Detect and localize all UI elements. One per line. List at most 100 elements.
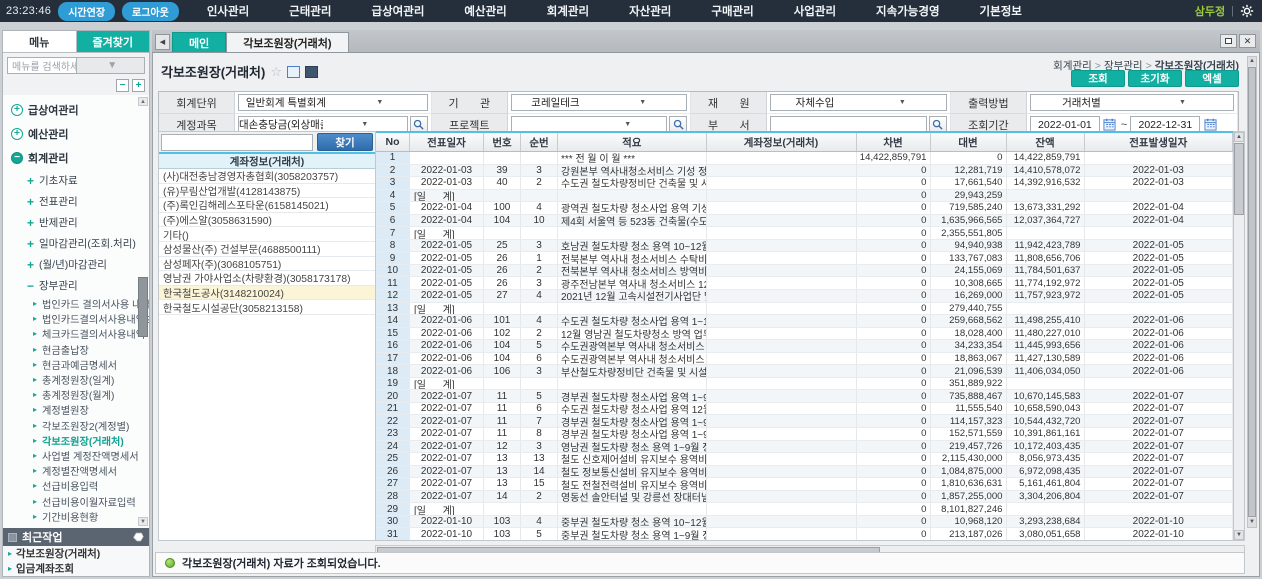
account-list-item[interactable]: 삼성물산(주) 건설부문(4688500111) xyxy=(159,242,375,257)
menu-tree-item[interactable]: 계정별잔액명세서 xyxy=(3,463,149,478)
scroll-down-icon[interactable]: ▼ xyxy=(1248,518,1256,527)
page-scrollbar[interactable]: ▲ ▼ xyxy=(1247,56,1257,528)
tab-main[interactable]: 메인 xyxy=(172,32,226,52)
menu-tree-item[interactable]: 각보조원장(거래처) xyxy=(3,433,149,448)
tree-scrollbar[interactable]: ▲ ▼ xyxy=(138,97,148,526)
global-menu-item[interactable]: 인사관리 xyxy=(207,3,249,19)
account-list-item[interactable]: 한국철도시설공단(3058213158) xyxy=(159,300,375,315)
global-menu-item[interactable]: 사업관리 xyxy=(794,3,836,19)
ledger-row[interactable]: 5 2022-01-04 100 4 광역권 철도차량 청소사업 용역 기성 정… xyxy=(376,202,1233,215)
tree-node-icon[interactable] xyxy=(27,174,34,188)
menu-tree-item[interactable]: 반제관리 xyxy=(3,212,149,233)
menu-tree-item[interactable]: 기초자료 xyxy=(3,170,149,191)
scroll-up-icon[interactable]: ▲ xyxy=(1234,132,1244,142)
restore-window-icon[interactable] xyxy=(1220,34,1237,48)
ledger-row[interactable]: 26 2022-01-07 13 14 철도 정보통신설비 유지보수 용역비 입… xyxy=(376,466,1233,479)
sidebar-tab-favorites[interactable]: 즐겨찾기 xyxy=(77,31,150,52)
agency-select[interactable]: 코레일테크▼ xyxy=(511,94,688,111)
menu-tree-item[interactable]: 기간비용현황 xyxy=(3,509,149,524)
ledger-row[interactable]: 25 2022-01-07 13 13 철도 신호제어설비 유지보수 용역비 입… xyxy=(376,453,1233,466)
ledger-row[interactable]: 21 2022-01-07 11 6 수도권 철도차량 청소사업 용역 12월 … xyxy=(376,403,1233,416)
menu-tree-item[interactable]: 총계정원장(일계) xyxy=(3,372,149,387)
global-menu-item[interactable]: 예산관리 xyxy=(464,3,506,19)
tree-node-icon[interactable] xyxy=(11,152,23,164)
menu-tree-item[interactable]: 예산관리 xyxy=(3,122,149,146)
ledger-row[interactable]: 13 [일 계] 0 279,440,755 xyxy=(376,303,1233,316)
account-list-item[interactable]: 삼성페자(주)(3068105751) xyxy=(159,257,375,272)
ledger-row[interactable]: 2 2022-01-03 39 3 강원본부 역사내청소서비스 기성 정산 입금… xyxy=(376,165,1233,178)
ledger-row[interactable]: 29 [일 계] 0 8,101,827,246 xyxy=(376,503,1233,516)
tree-node-icon[interactable] xyxy=(11,104,23,116)
close-window-icon[interactable]: ✕ xyxy=(1239,34,1256,48)
tree-node-icon[interactable] xyxy=(33,405,37,414)
new-window-icon[interactable] xyxy=(287,66,300,78)
find-button[interactable]: 찾기 xyxy=(317,133,373,151)
ledger-row[interactable]: 12 2022-01-05 27 4 2021년 12월 고속시설전기사업단 및… xyxy=(376,290,1233,303)
tree-node-icon[interactable] xyxy=(33,451,37,460)
scroll-up-icon[interactable]: ▲ xyxy=(1248,57,1256,66)
scroll-down-icon[interactable]: ▼ xyxy=(1234,530,1244,540)
menu-tree-item[interactable]: 회계관리 xyxy=(3,146,149,170)
ledger-row[interactable]: 18 2022-01-06 106 3 부산철도차량정비단 건축물 및 시설장비… xyxy=(376,365,1233,378)
ledger-row[interactable]: 10 2022-01-05 26 2 전북본부 역사내 청소서비스 방역비 정산… xyxy=(376,265,1233,278)
accounting-unit-select[interactable]: 일반회계 특별회계▼ xyxy=(238,94,428,111)
ledger-row[interactable]: 19 [일 계] 0 351,889,922 xyxy=(376,378,1233,391)
scroll-down-icon[interactable]: ▼ xyxy=(138,517,148,526)
tree-node-icon[interactable] xyxy=(33,375,37,384)
account-list-item[interactable]: (유)무림산업개발(4128143875) xyxy=(159,184,375,199)
tree-node-icon[interactable] xyxy=(33,329,37,338)
tree-node-icon[interactable] xyxy=(33,314,37,323)
tree-node-icon[interactable] xyxy=(33,421,37,430)
menu-tree-item[interactable]: 총계정원장(월계) xyxy=(3,387,149,402)
ledger-row[interactable]: 9 2022-01-05 26 1 전북본부 역사내 청소서비스 수탁비 정산(… xyxy=(376,252,1233,265)
global-menu-item[interactable]: 급상여관리 xyxy=(372,3,425,19)
global-menu-item[interactable]: 근태관리 xyxy=(289,3,331,19)
tree-collapse-all-button[interactable]: − xyxy=(116,79,129,92)
ledger-row[interactable]: 11 2022-01-05 26 3 광주전남본부 역사내 청소서비스 12월 … xyxy=(376,277,1233,290)
ledger-row[interactable]: 28 2022-01-07 14 2 영동선 솔안터널 및 강릉선 장대터널 유… xyxy=(376,491,1233,504)
menu-tree-item[interactable]: 사업별 계정잔액명세서 xyxy=(3,448,149,463)
fund-select[interactable]: 자체수입▼ xyxy=(770,94,947,111)
menu-tree-item[interactable]: 체크카드결의서사용내역 xyxy=(3,326,149,341)
account-list-item[interactable]: (사)대전충남경영자총협회(3058203757) xyxy=(159,169,375,184)
global-menu-item[interactable]: 기본정보 xyxy=(980,3,1022,19)
menu-tree-item[interactable]: 급상여관리 xyxy=(3,98,149,122)
excel-button[interactable]: 엑셀 xyxy=(1185,70,1239,87)
ledger-row[interactable]: 1 *** 전 월 이 월 *** 14,422,859,791 0 14,42… xyxy=(376,152,1233,165)
sidebar-tab-menu[interactable]: 메뉴 xyxy=(3,31,77,52)
menu-tree-item[interactable]: 법인카드 결의서사용 내역 xyxy=(3,296,149,311)
tree-node-icon[interactable] xyxy=(33,497,37,506)
ledger-row[interactable]: 31 2022-01-10 103 5 중부권 철도차량 청소 용역 1~9월 … xyxy=(376,528,1233,541)
tree-expand-all-button[interactable]: + xyxy=(132,79,145,92)
menu-search-dropdown-icon[interactable]: ▼ xyxy=(76,58,145,73)
reset-button[interactable]: 초기화 xyxy=(1128,70,1182,87)
menu-tree-item[interactable]: 장부관리 xyxy=(3,275,149,296)
account-list-item[interactable]: (주)록인김해레스포타운(6158145021) xyxy=(159,198,375,213)
global-menu-item[interactable]: 회계관리 xyxy=(547,3,589,19)
global-menu-item[interactable]: 자산관리 xyxy=(629,3,671,19)
logout-button[interactable]: 로그아웃 xyxy=(122,2,179,21)
recent-task-item[interactable]: 각보조원장(거래처) xyxy=(3,546,149,561)
grid-vertical-scrollbar[interactable]: ▲ ▼ xyxy=(1234,131,1245,541)
ledger-row[interactable]: 27 2022-01-07 13 15 철도 전철전력설비 유지보수 용역비 입… xyxy=(376,478,1233,491)
tree-node-icon[interactable] xyxy=(33,345,37,354)
menu-tree-item[interactable]: 계정별원장 xyxy=(3,402,149,417)
menu-tree-item[interactable]: 선급비용이월자료입력 xyxy=(3,493,149,508)
ledger-row[interactable]: 4 [일 계] 0 29,943,259 xyxy=(376,190,1233,203)
ledger-row[interactable]: 23 2022-01-07 11 8 경부권 철도차량 청소사업 용역 1~9월… xyxy=(376,428,1233,441)
global-menu-item[interactable]: 지속가능경영 xyxy=(876,3,939,19)
ledger-row[interactable]: 20 2022-01-07 11 5 경부권 철도차량 청소사업 용역 1~9월… xyxy=(376,390,1233,403)
ledger-row[interactable]: 17 2022-01-06 104 6 수도권광역본부 역사내 청소서비스 12… xyxy=(376,353,1233,366)
ledger-row[interactable]: 3 2022-01-03 40 2 수도권 철도차량정비단 건축물 및 시설장비… xyxy=(376,177,1233,190)
ledger-row[interactable]: 14 2022-01-06 101 4 수도권 철도차량 청소사업 용역 1~1… xyxy=(376,315,1233,328)
tree-node-icon[interactable] xyxy=(33,436,37,445)
ledger-row[interactable]: 30 2022-01-10 103 4 중부권 철도차량 청소 용역 10~12… xyxy=(376,516,1233,529)
tree-node-icon[interactable] xyxy=(33,512,37,521)
menu-tree-item[interactable]: (월/년)마감관리 xyxy=(3,254,149,275)
favorite-star-icon[interactable]: ☆ xyxy=(270,64,282,80)
menu-tree-item[interactable]: 일마감관리(조회.처리) xyxy=(3,233,149,254)
global-menu-item[interactable]: 구매관리 xyxy=(711,3,753,19)
menu-tree-item[interactable]: 현금출납장 xyxy=(3,342,149,357)
menu-tree-item[interactable]: 현금과예금명세서 xyxy=(3,357,149,372)
tree-node-icon[interactable] xyxy=(33,360,37,369)
